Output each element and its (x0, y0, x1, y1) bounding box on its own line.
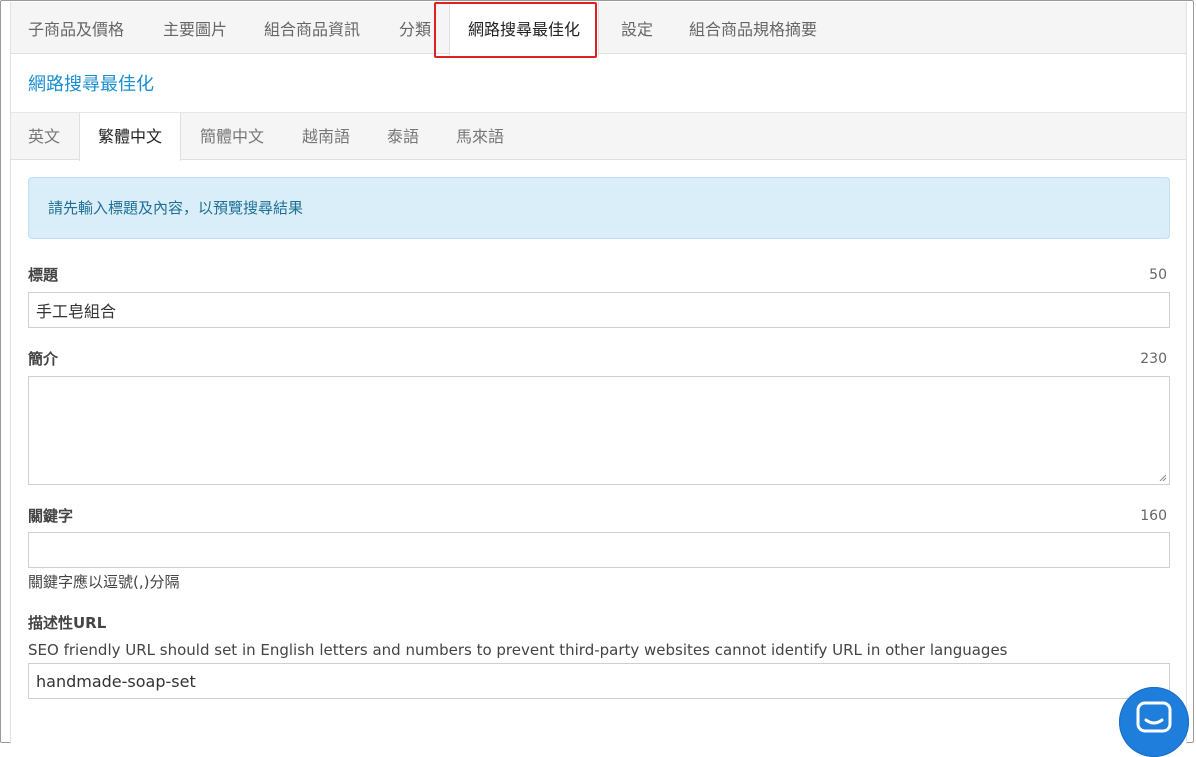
intro-char-count: 230 (1140, 351, 1167, 367)
window-frame: 子商品及價格 主要圖片 組合商品資訊 分類 網路搜尋最佳化 設定 組合商品規格摘… (0, 0, 1194, 757)
keywords-char-count: 160 (1140, 508, 1167, 524)
preview-info-alert: 請先輸入標題及內容，以預覽搜尋結果 (28, 177, 1170, 239)
lang-tab-vietnamese[interactable]: 越南語 (302, 113, 350, 160)
tab-settings[interactable]: 設定 (621, 2, 653, 54)
url-label: 描述性URL (28, 614, 107, 632)
tab-main-images[interactable]: 主要圖片 (163, 2, 227, 54)
keywords-input[interactable] (28, 532, 1170, 568)
keywords-label: 關鍵字 (28, 507, 74, 525)
language-tab-bar: 英文 繁體中文 簡體中文 越南語 泰語 馬來語 (11, 112, 1186, 161)
tab-sub-products-prices[interactable]: 子商品及價格 (28, 2, 124, 54)
content-panel: 子商品及價格 主要圖片 組合商品資訊 分類 網路搜尋最佳化 設定 組合商品規格摘… (10, 2, 1187, 744)
url-hint: SEO friendly URL should set in English l… (28, 641, 1008, 659)
title-input[interactable] (28, 292, 1170, 328)
tab-seo[interactable]: 網路搜尋最佳化 (449, 2, 600, 55)
tab-bundle-spec-summary[interactable]: 組合商品規格摘要 (689, 2, 817, 54)
url-input[interactable] (28, 663, 1170, 699)
resize-handle-icon[interactable] (1158, 473, 1166, 481)
title-label: 標題 (28, 266, 59, 284)
title-char-count: 50 (1149, 267, 1167, 283)
chat-button[interactable] (1119, 687, 1189, 757)
lang-tab-simplified-chinese[interactable]: 簡體中文 (200, 113, 264, 160)
tab-bundle-info[interactable]: 組合商品資訊 (264, 2, 360, 54)
section-title: 網路搜尋最佳化 (28, 74, 154, 95)
lang-tab-thai[interactable]: 泰語 (387, 113, 419, 160)
chat-icon (1136, 701, 1172, 733)
lang-tab-traditional-chinese[interactable]: 繁體中文 (79, 113, 182, 161)
intro-textarea[interactable] (28, 376, 1170, 485)
lang-tab-english[interactable]: 英文 (28, 113, 60, 160)
lang-tab-malay[interactable]: 馬來語 (456, 113, 504, 160)
tab-category[interactable]: 分類 (399, 2, 431, 54)
keywords-hint: 關鍵字應以逗號(,)分隔 (28, 573, 180, 591)
intro-label: 簡介 (28, 350, 59, 368)
top-tab-bar: 子商品及價格 主要圖片 組合商品資訊 分類 網路搜尋最佳化 設定 組合商品規格摘… (11, 2, 1186, 55)
